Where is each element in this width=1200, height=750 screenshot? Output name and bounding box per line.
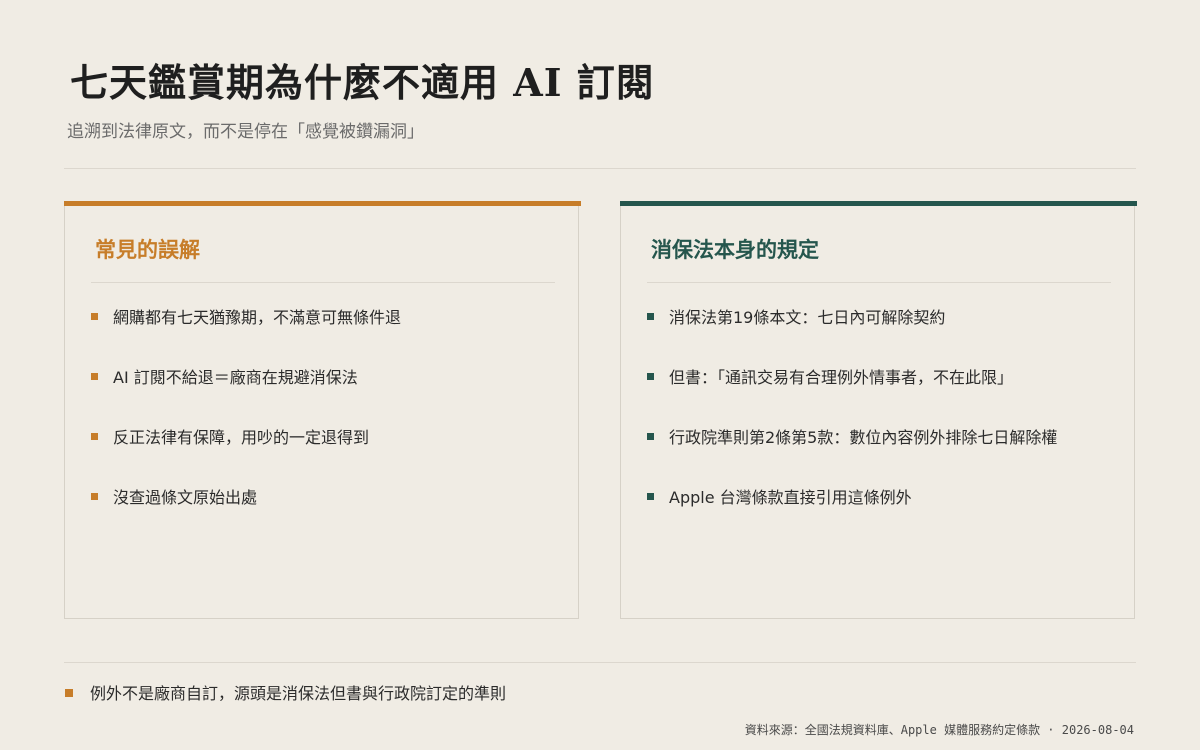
bullet-square-icon <box>647 373 654 380</box>
card-divider <box>647 282 1111 283</box>
footer-note: 例外不是廠商自訂，源頭是消保法但書與行政院訂定的準則 <box>90 684 507 703</box>
card-title: 消保法本身的規定 <box>651 238 819 262</box>
bullet-square-icon <box>647 493 654 500</box>
list-item: 消保法第19條本文：七日內可解除契約 <box>669 308 946 327</box>
bullet-square-icon <box>647 313 654 320</box>
list-item: 行政院準則第2條第5款：數位內容例外排除七日解除權 <box>669 428 1058 447</box>
header-divider <box>64 168 1136 169</box>
card-accent-bar <box>620 201 1137 206</box>
page-subtitle: 追溯到法律原文，而不是停在「感覺被鑽漏洞」 <box>67 122 424 142</box>
list-item: AI 訂閱不給退＝廠商在規避消保法 <box>113 368 358 387</box>
bullet-square-icon <box>65 689 73 697</box>
bullet-square-icon <box>647 433 654 440</box>
misconceptions-card: 常見的誤解 網購都有七天猶豫期，不滿意可無條件退 AI 訂閱不給退＝廠商在規避消… <box>64 201 581 619</box>
bullet-square-icon <box>91 433 98 440</box>
list-item: Apple 台灣條款直接引用這條例外 <box>669 488 912 507</box>
source-citation: 資料來源：全國法規資料庫、Apple 媒體服務約定條款 · 2026-08-04 <box>744 723 1134 737</box>
bullet-square-icon <box>91 373 98 380</box>
card-divider <box>91 282 555 283</box>
list-item: 網購都有七天猶豫期，不滿意可無條件退 <box>113 308 402 327</box>
list-item: 沒查過條文原始出處 <box>113 488 258 507</box>
card-title: 常見的誤解 <box>95 238 200 262</box>
list-item: 但書：「通訊交易有合理例外情事者，不在此限」 <box>669 368 1014 387</box>
bullet-square-icon <box>91 313 98 320</box>
card-accent-bar <box>64 201 581 206</box>
bullet-square-icon <box>91 493 98 500</box>
list-item: 反正法律有保障，用吵的一定退得到 <box>113 428 370 447</box>
footer-divider <box>64 662 1136 663</box>
law-provisions-card: 消保法本身的規定 消保法第19條本文：七日內可解除契約 但書：「通訊交易有合理例… <box>620 201 1137 619</box>
page-title: 七天鑑賞期為什麼不適用 AI 訂閱 <box>70 60 655 105</box>
